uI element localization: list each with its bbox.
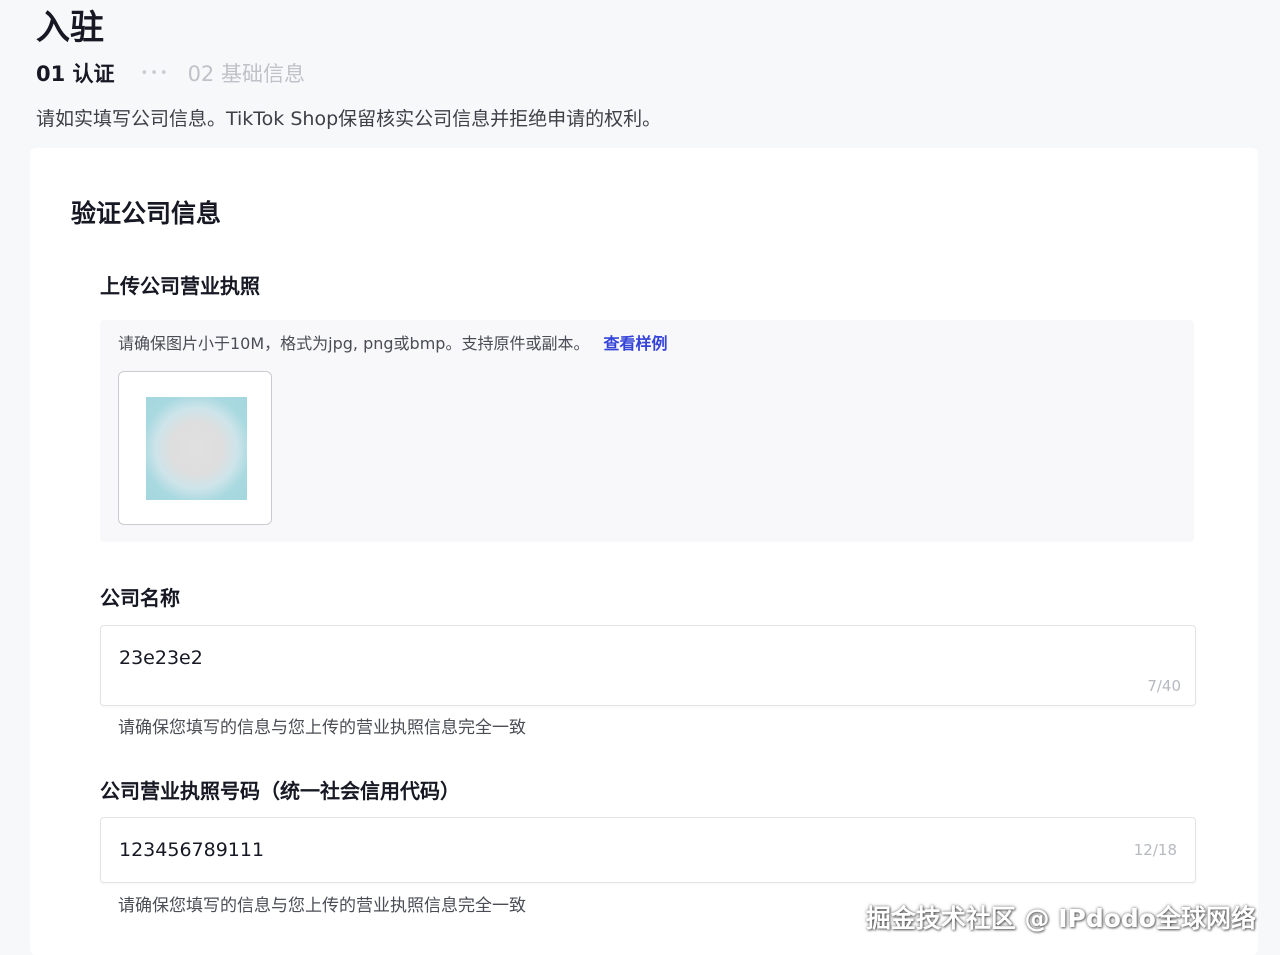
section-title: 验证公司信息 [71, 199, 222, 228]
license-number-value: 123456789111 [119, 839, 265, 861]
company-name-input[interactable]: 23e23e2 7/40 [100, 625, 1196, 706]
license-number-label: 公司营业执照号码（统一社会信用代码） [100, 779, 460, 803]
license-upload-panel: 请确保图片小于10M，格式为jpg, png或bmp。支持原件或副本。 查看样例 [100, 320, 1194, 542]
step-basic-info[interactable]: 02 基础信息 [188, 58, 305, 88]
license-image [146, 397, 247, 500]
company-verification-card: 验证公司信息 上传公司营业执照 请确保图片小于10M，格式为jpg, png或b… [30, 148, 1258, 955]
company-name-help: 请确保您填写的信息与您上传的营业执照信息完全一致 [118, 718, 526, 738]
company-name-char-counter: 7/40 [1147, 677, 1181, 695]
step-certification[interactable]: 01 认证 [36, 58, 115, 88]
stepper: 01 认证 ••• 02 基础信息 [36, 58, 305, 88]
company-name-value: 23e23e2 [119, 647, 203, 669]
license-number-help: 请确保您填写的信息与您上传的营业执照信息完全一致 [118, 896, 526, 916]
upload-hint-text: 请确保图片小于10M，格式为jpg, png或bmp。支持原件或副本。 [118, 334, 590, 353]
watermark: 掘金技术社区 @ IPdodo全球网络 [865, 904, 1256, 933]
page-title: 入驻 [36, 8, 104, 48]
intro-text: 请如实填写公司信息。TikTok Shop保留核实公司信息并拒绝申请的权利。 [36, 108, 662, 130]
upload-hint: 请确保图片小于10M，格式为jpg, png或bmp。支持原件或副本。 查看样例 [118, 332, 667, 356]
step-divider-icon: ••• [140, 65, 170, 81]
license-upload-label: 上传公司营业执照 [100, 274, 260, 298]
company-name-label: 公司名称 [100, 586, 180, 610]
license-number-input[interactable]: 123456789111 12/18 [100, 817, 1196, 883]
view-sample-link[interactable]: 查看样例 [603, 334, 667, 353]
uploaded-license-thumbnail[interactable] [118, 371, 272, 525]
license-number-char-counter: 12/18 [1133, 841, 1177, 859]
